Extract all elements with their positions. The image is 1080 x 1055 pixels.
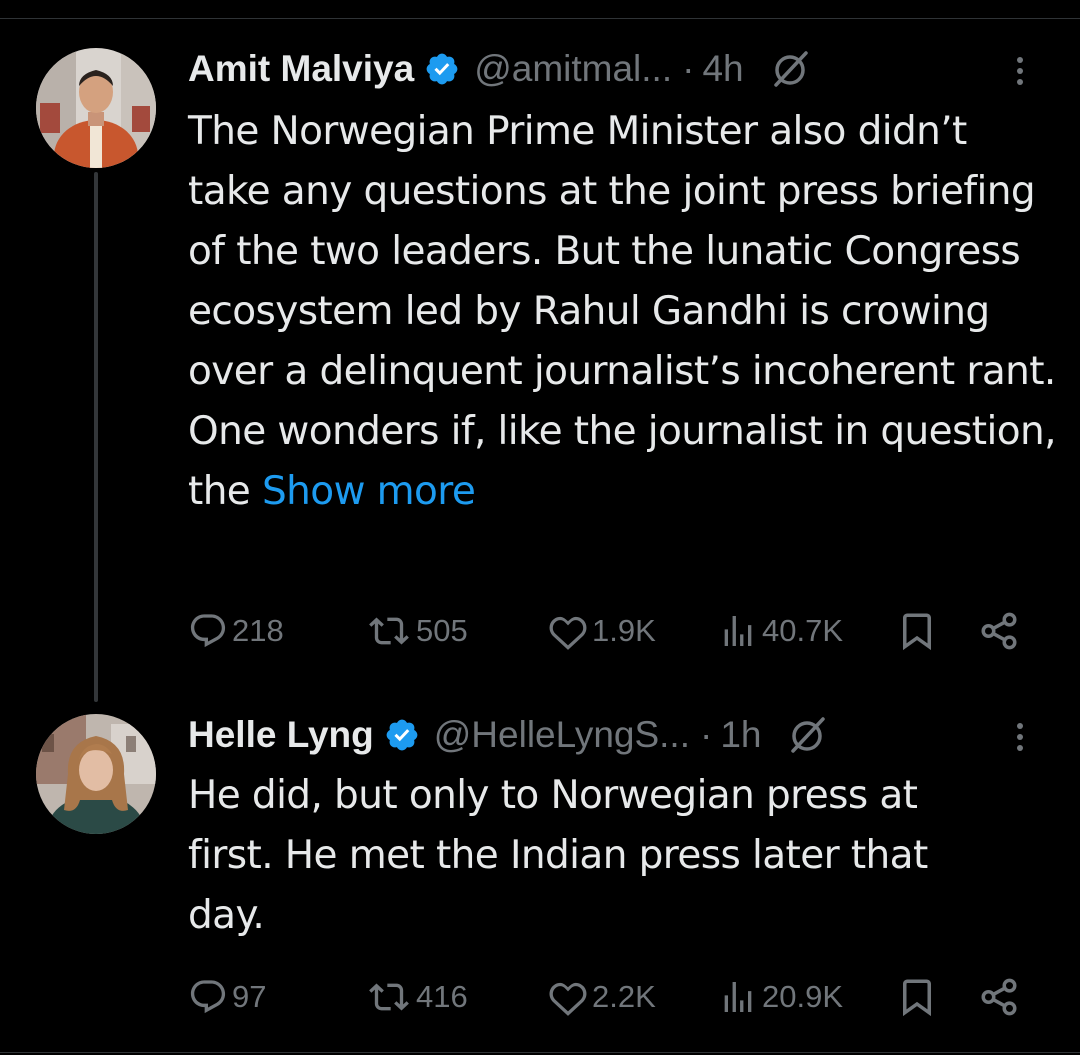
like-icon — [549, 982, 587, 1016]
share-icon — [981, 612, 1017, 650]
views-icon — [724, 982, 752, 1012]
grok-icon[interactable] — [787, 715, 827, 755]
author-name[interactable]: Helle Lyng — [188, 714, 374, 756]
timestamp[interactable]: 4h — [702, 48, 743, 90]
repost-icon — [369, 983, 409, 1011]
share-button[interactable] — [978, 972, 1020, 1022]
bookmark-icon — [903, 979, 931, 1017]
reply-count: 97 — [232, 979, 267, 1014]
share-icon — [981, 978, 1017, 1016]
repost-count: 416 — [416, 979, 468, 1014]
like-icon — [549, 616, 587, 650]
more-icon[interactable] — [1010, 712, 1030, 762]
author-handle[interactable]: @HelleLyngS... — [434, 714, 690, 756]
tweet-text-content: He did, but only to Norwegian press at f… — [188, 773, 928, 938]
views-icon — [724, 616, 752, 646]
timestamp[interactable]: 1h — [720, 714, 761, 756]
repost-icon — [369, 617, 409, 645]
bookmark-button[interactable] — [896, 972, 938, 1022]
avatar-amit-malviya[interactable] — [36, 48, 156, 168]
tweet-header: Amit Malviya @amitmal... · 4h — [188, 44, 810, 94]
reply-button[interactable]: 218 — [188, 606, 284, 656]
views-button[interactable]: 40.7K — [718, 606, 843, 656]
repost-button[interactable]: 505 — [366, 606, 468, 656]
bookmark-button[interactable] — [896, 606, 938, 656]
bookmark-icon — [903, 613, 931, 651]
reply-button[interactable]: 97 — [188, 972, 266, 1022]
more-icon[interactable] — [1010, 46, 1030, 96]
reply-icon — [190, 980, 226, 1014]
like-button[interactable]: 1.9K — [548, 606, 656, 656]
views-button[interactable]: 20.9K — [718, 972, 843, 1022]
tweet-text: The Norwegian Prime Minister also didn’t… — [188, 102, 1058, 522]
separator-dot: · — [700, 714, 713, 755]
tweet-text: He did, but only to Norwegian press at f… — [188, 766, 1008, 946]
tweet-header: Helle Lyng @HelleLyngS... · 1h — [188, 710, 827, 760]
reply-count: 218 — [232, 613, 284, 648]
separator-dot: · — [682, 48, 695, 89]
verified-badge-icon — [424, 51, 460, 87]
action-bar: 218 505 1.9K 40.7K — [188, 606, 1048, 656]
views-count: 40.7K — [762, 613, 844, 648]
tweet-text-content: The Norwegian Prime Minister also didn’t… — [188, 109, 1057, 514]
tweet-amit-malviya[interactable]: Amit Malviya @amitmal... · 4h The Norweg… — [0, 0, 1080, 700]
tweet-helle-lyng[interactable]: Helle Lyng @HelleLyngS... · 1h He did, b… — [0, 700, 1080, 1052]
views-count: 20.9K — [762, 979, 844, 1014]
like-button[interactable]: 2.2K — [548, 972, 656, 1022]
share-button[interactable] — [978, 606, 1020, 656]
action-bar: 97 416 2.2K 20.9K — [188, 972, 1048, 1022]
repost-button[interactable]: 416 — [366, 972, 468, 1022]
grok-icon[interactable] — [770, 49, 810, 89]
reply-icon — [190, 614, 226, 648]
avatar-helle-lyng[interactable] — [36, 714, 156, 834]
bottom-divider — [0, 1052, 1080, 1053]
like-count: 1.9K — [592, 613, 656, 648]
repost-count: 505 — [416, 613, 468, 648]
author-handle[interactable]: @amitmal... — [474, 48, 672, 90]
like-count: 2.2K — [592, 979, 656, 1014]
author-name[interactable]: Amit Malviya — [188, 48, 414, 90]
verified-badge-icon — [384, 717, 420, 753]
show-more-link[interactable]: Show more — [262, 469, 476, 514]
